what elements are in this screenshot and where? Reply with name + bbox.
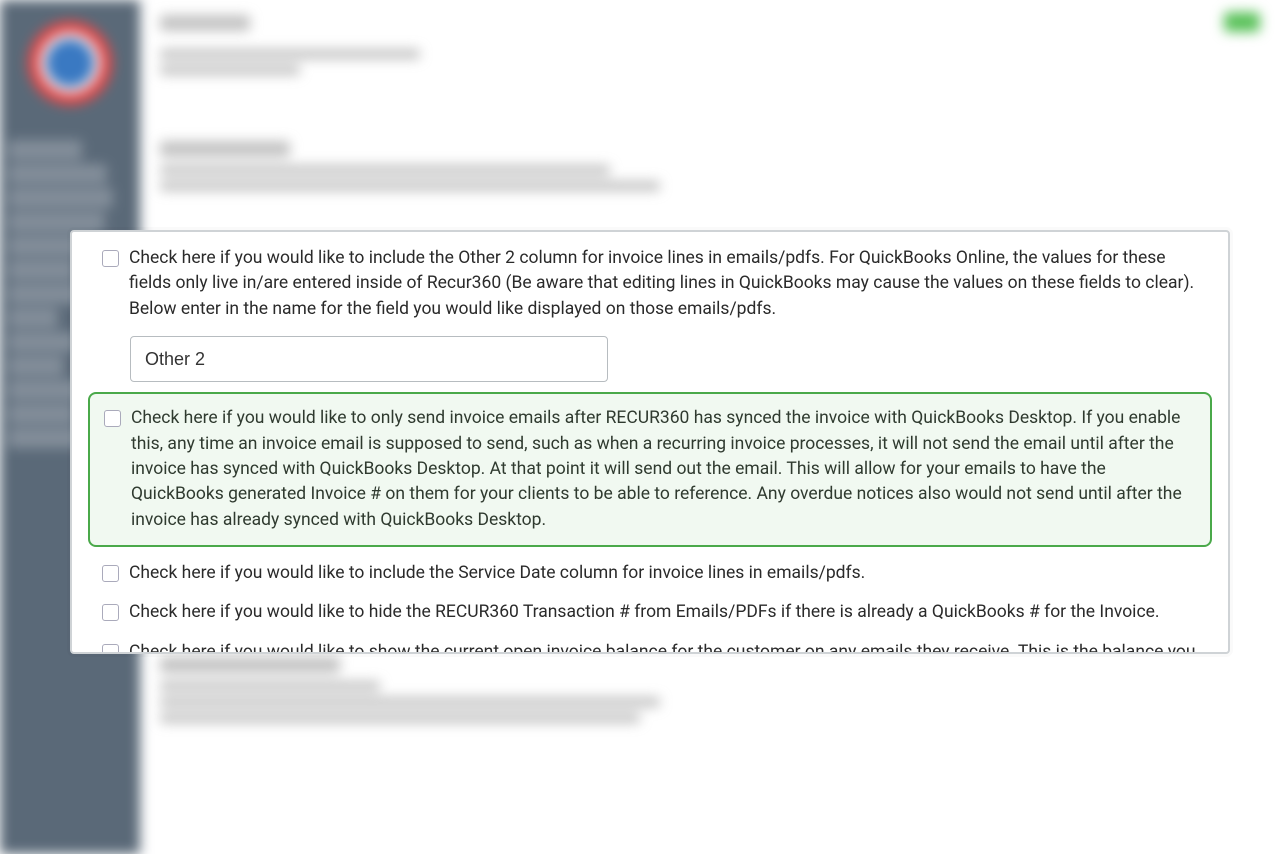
- option-service-date[interactable]: Check here if you would like to include …: [102, 561, 1198, 586]
- checkbox-sync-before-email[interactable]: [104, 410, 121, 427]
- option-open-balance[interactable]: Check here if you would like to show the…: [102, 640, 1198, 654]
- label-hide-transaction: Check here if you would like to hide the…: [129, 600, 1198, 625]
- checkbox-hide-transaction[interactable]: [102, 604, 119, 621]
- other2-name-input[interactable]: [130, 336, 608, 382]
- checkbox-include-other2[interactable]: [102, 250, 119, 267]
- label-sync-before-email: Check here if you would like to only sen…: [131, 406, 1196, 533]
- app-logo: [27, 20, 113, 106]
- label-service-date: Check here if you would like to include …: [129, 561, 1198, 586]
- other2-field-wrap: [130, 336, 1198, 382]
- checkbox-service-date[interactable]: [102, 565, 119, 582]
- settings-panel: Check here if you would like to include …: [70, 230, 1230, 654]
- label-open-balance: Check here if you would like to show the…: [129, 640, 1198, 654]
- option-sync-before-email[interactable]: Check here if you would like to only sen…: [104, 406, 1196, 533]
- status-badge: [1224, 12, 1260, 32]
- option-hide-transaction[interactable]: Check here if you would like to hide the…: [102, 600, 1198, 625]
- label-include-other2: Check here if you would like to include …: [129, 246, 1198, 322]
- highlighted-option: Check here if you would like to only sen…: [88, 392, 1212, 547]
- option-include-other2[interactable]: Check here if you would like to include …: [102, 246, 1198, 322]
- checkbox-open-balance[interactable]: [102, 644, 119, 654]
